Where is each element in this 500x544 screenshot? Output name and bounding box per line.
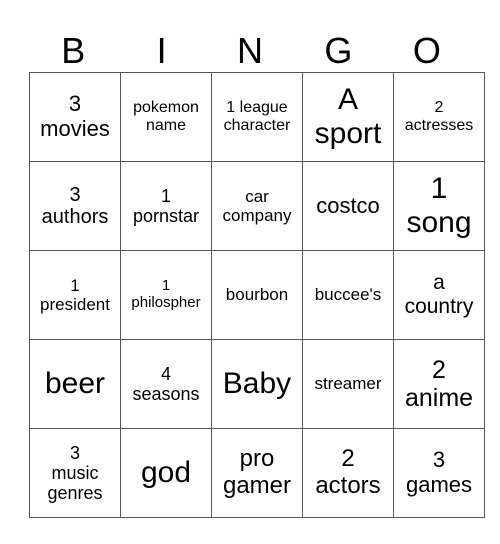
bingo-cell[interactable]: costco xyxy=(302,161,394,251)
bingo-cell[interactable]: 1 pornstar xyxy=(120,161,212,251)
bingo-cell[interactable]: car company xyxy=(211,161,303,251)
bingo-row: 3 movies pokemon name 1 league character Aspor… xyxy=(29,72,485,162)
bingo-cell[interactable]: 3 games xyxy=(393,428,485,518)
header-letter-g: G xyxy=(324,30,353,71)
bingo-cell[interactable]: 3 movies xyxy=(29,72,121,162)
bingo-cell[interactable]: 4 seasons xyxy=(120,339,212,429)
bingo-cell[interactable]: bourbon xyxy=(211,250,303,340)
bingo-cell[interactable]: pokemon name xyxy=(120,72,212,162)
bingo-cell[interactable]: 1 league character xyxy=(211,72,303,162)
bingo-cell[interactable]: 3 authors xyxy=(29,161,121,251)
bingo-row: 3 music genres god pro gamer 2 actors 3 games xyxy=(29,428,485,518)
header-letter-n: N xyxy=(237,30,264,71)
bingo-cell[interactable]: Asport xyxy=(302,72,394,162)
bingo-cell[interactable]: 1 philospher xyxy=(120,250,212,340)
bingo-cell[interactable]: god xyxy=(120,428,212,518)
bingo-cell[interactable]: pro gamer xyxy=(211,428,303,518)
bingo-board: 3 movies pokemon name 1 league character Aspor… xyxy=(29,72,485,518)
header-letter-b: B xyxy=(61,30,86,71)
header-letter-o: O xyxy=(412,30,441,71)
bingo-cell[interactable]: 2 anime xyxy=(393,339,485,429)
bingo-cell[interactable]: 2 actresses xyxy=(393,72,485,162)
bingo-row: beer 4 seasons Baby streamer 2 anime xyxy=(29,339,485,429)
bingo-header: B I N G O xyxy=(29,30,471,72)
bingo-cell[interactable]: 2 actors xyxy=(302,428,394,518)
bingo-cell[interactable]: Baby xyxy=(211,339,303,429)
bingo-cell[interactable]: 3 music genres xyxy=(29,428,121,518)
bingo-cell[interactable]: a country xyxy=(393,250,485,340)
bingo-cell[interactable]: 1 song xyxy=(393,161,485,251)
bingo-row: 1 president 1 philospher bourbon buccee's a cou… xyxy=(29,250,485,340)
bingo-cell[interactable]: buccee's xyxy=(302,250,394,340)
bingo-row: 3 authors 1 pornstar car company costco 1 song xyxy=(29,161,485,251)
header-letter-i: I xyxy=(156,30,167,71)
bingo-cell[interactable]: streamer xyxy=(302,339,394,429)
bingo-cell[interactable]: beer xyxy=(29,339,121,429)
bingo-cell[interactable]: 1 president xyxy=(29,250,121,340)
